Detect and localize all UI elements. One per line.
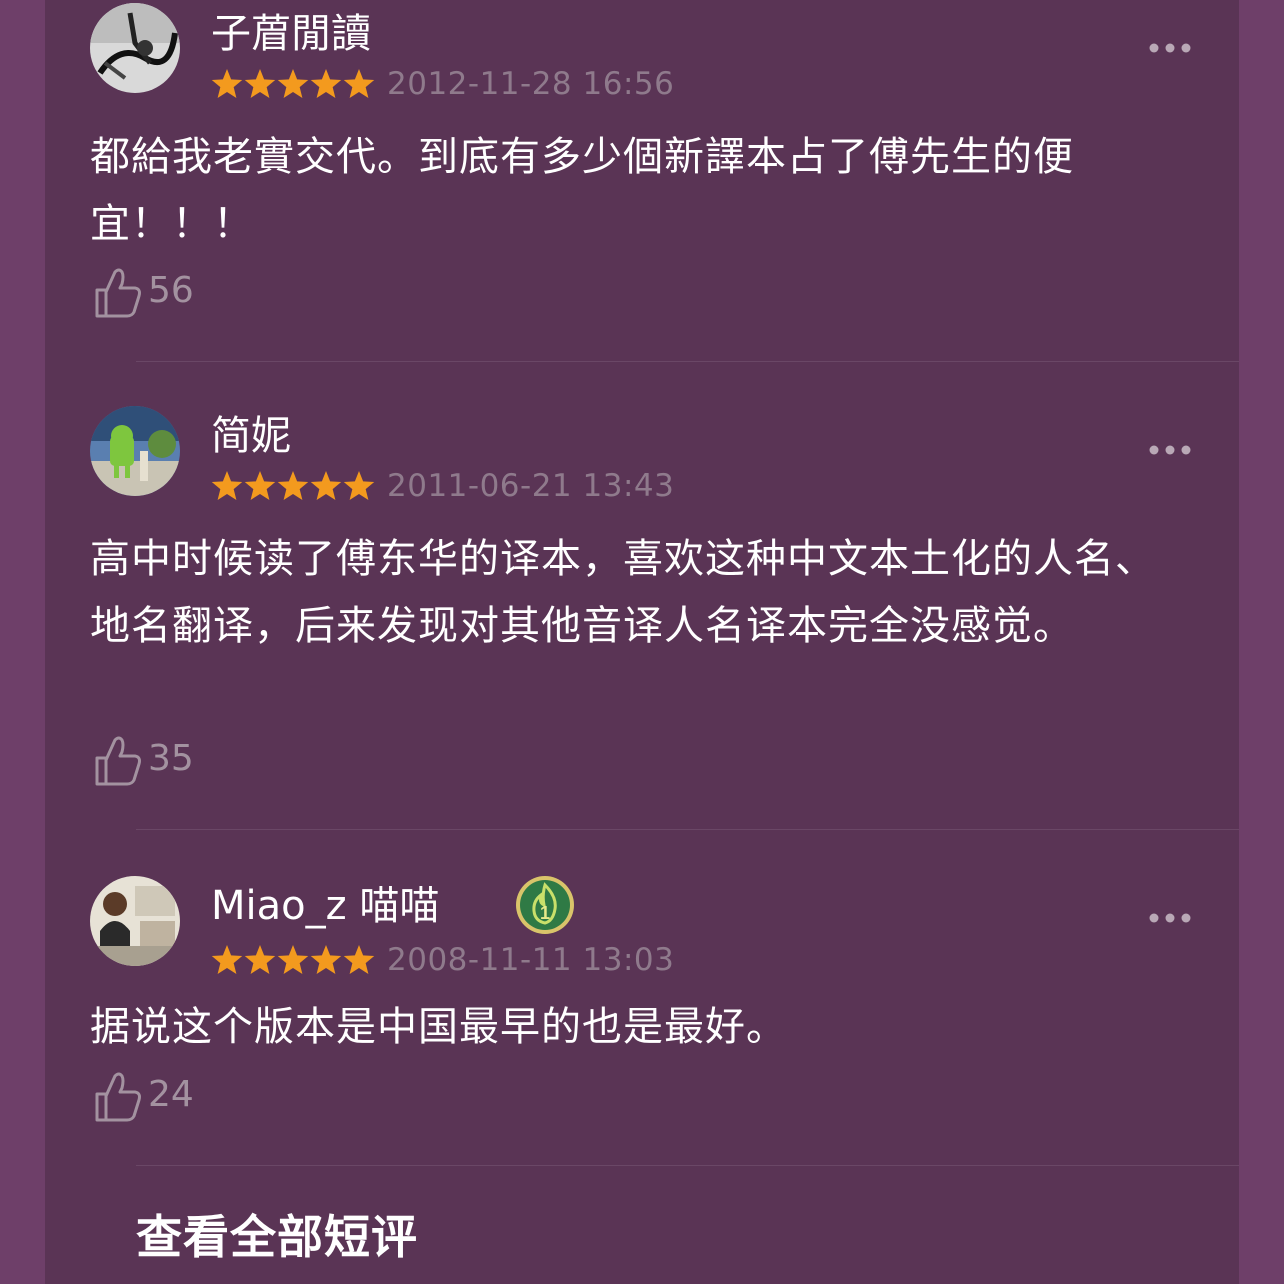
like-count: 56 bbox=[148, 270, 194, 311]
star-icon bbox=[244, 69, 276, 98]
review-content: 据说这个版本是中国最早的也是最好。 bbox=[90, 1004, 787, 1050]
badge-level: 1 bbox=[540, 903, 550, 923]
username[interactable]: Miao_z 喵喵 bbox=[211, 882, 439, 930]
more-icon[interactable] bbox=[1146, 442, 1194, 458]
star-icon bbox=[310, 945, 342, 974]
star-icon bbox=[211, 69, 243, 98]
rating-stars bbox=[211, 69, 375, 98]
username[interactable]: 简妮 bbox=[211, 412, 291, 460]
more-icon[interactable] bbox=[1146, 910, 1194, 926]
username[interactable]: 子葿閒讀 bbox=[211, 10, 371, 58]
star-icon bbox=[310, 69, 342, 98]
star-icon bbox=[211, 471, 243, 500]
star-icon bbox=[211, 945, 243, 974]
review-content: 都給我老實交代。到底有多少個新譯本占了傅先生的便宜！！！ bbox=[90, 134, 1074, 247]
screen: 子葿閒讀 2012-11-28 16:56 都給我老實交代。到底有多少個新譯本占… bbox=[0, 0, 1284, 1284]
thumbs-up-icon bbox=[95, 268, 141, 318]
like-count: 35 bbox=[148, 738, 194, 779]
avatar[interactable] bbox=[90, 3, 180, 93]
star-icon bbox=[244, 945, 276, 974]
divider bbox=[136, 829, 1239, 830]
flame-badge-icon: 1 bbox=[516, 876, 574, 934]
divider bbox=[136, 361, 1239, 362]
review-content: 高中时候读了傅东华的译本，喜欢这种中文本土化的人名、地名翻译，后来发现对其他音译… bbox=[90, 536, 1156, 649]
avatar[interactable] bbox=[90, 406, 180, 496]
rating-stars bbox=[211, 945, 375, 974]
star-icon bbox=[277, 471, 309, 500]
review-date: 2008-11-11 13:03 bbox=[387, 942, 675, 978]
star-icon bbox=[343, 69, 375, 98]
star-icon bbox=[343, 471, 375, 500]
review-date: 2012-11-28 16:56 bbox=[387, 66, 675, 102]
thumbs-up-icon bbox=[95, 1072, 141, 1122]
star-icon bbox=[277, 69, 309, 98]
more-icon[interactable] bbox=[1146, 40, 1194, 56]
star-icon bbox=[343, 945, 375, 974]
star-icon bbox=[310, 471, 342, 500]
avatar[interactable] bbox=[90, 876, 180, 966]
star-icon bbox=[244, 471, 276, 500]
view-all-reviews-link[interactable]: 查看全部短评 bbox=[136, 1205, 418, 1269]
like-count: 24 bbox=[148, 1074, 194, 1115]
divider bbox=[136, 1165, 1239, 1166]
reviews-panel: 子葿閒讀 2012-11-28 16:56 都給我老實交代。到底有多少個新譯本占… bbox=[45, 0, 1239, 1284]
rating-stars bbox=[211, 471, 375, 500]
thumbs-up-icon bbox=[95, 736, 141, 786]
star-icon bbox=[277, 945, 309, 974]
review-date: 2011-06-21 13:43 bbox=[387, 468, 675, 504]
